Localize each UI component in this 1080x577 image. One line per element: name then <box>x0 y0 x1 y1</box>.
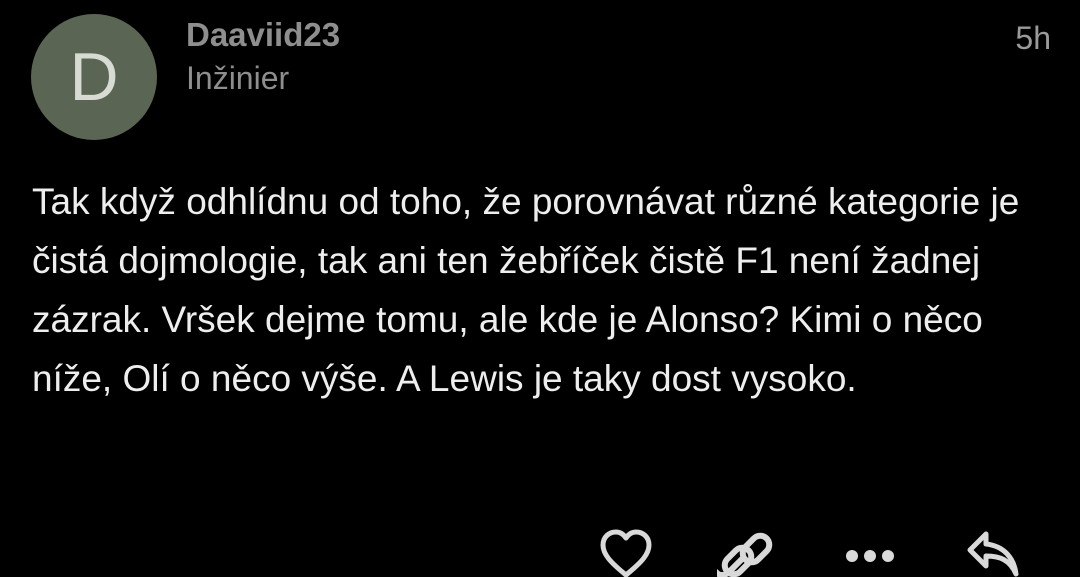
reply-icon <box>967 531 1019 577</box>
like-button[interactable] <box>596 528 656 577</box>
avatar[interactable]: D <box>31 14 157 140</box>
more-icon <box>846 550 894 562</box>
username[interactable]: Daaviid23 <box>186 16 340 54</box>
more-options-button[interactable] <box>840 528 900 577</box>
link-icon <box>717 532 773 577</box>
user-role: Inžinier <box>186 60 290 96</box>
post-card: D Daaviid23 Inžinier 5h Tak když odhlídn… <box>0 0 1080 577</box>
avatar-letter: D <box>69 39 119 115</box>
post-body: Tak když odhlídnu od toho, že porovnávat… <box>32 181 1020 399</box>
reply-button[interactable] <box>962 528 1022 577</box>
share-link-button[interactable] <box>717 528 777 577</box>
post-time: 5h <box>1015 20 1051 56</box>
heart-icon <box>600 529 652 577</box>
post-actions <box>0 528 1080 577</box>
